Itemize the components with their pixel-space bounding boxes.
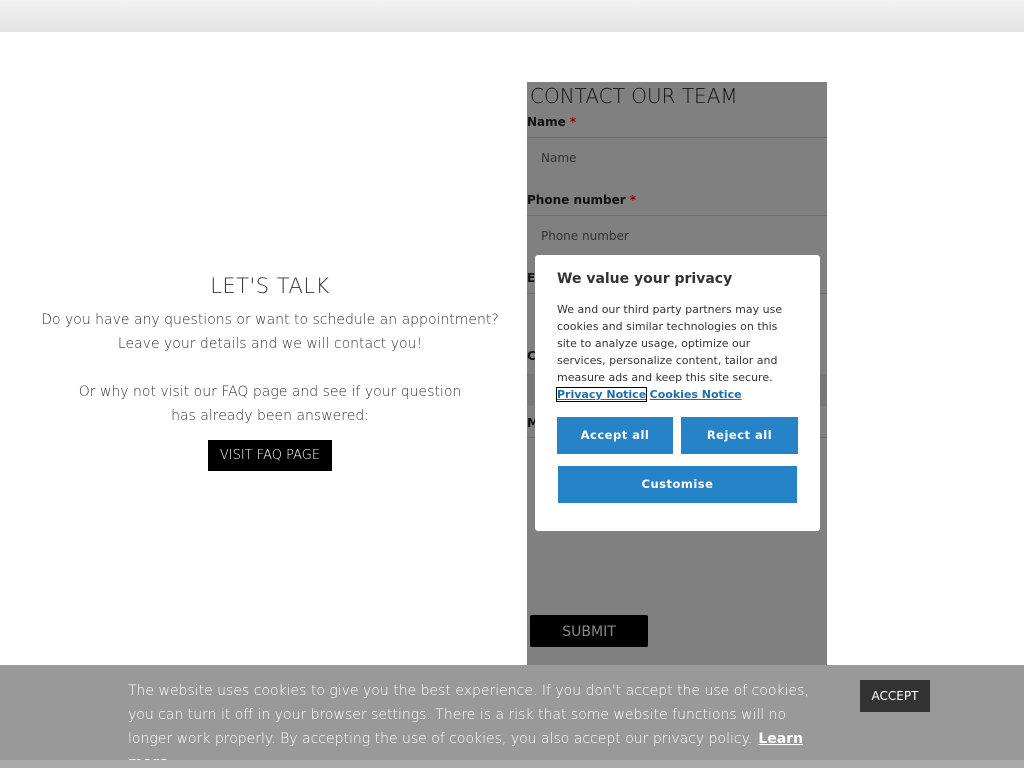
section-title: LET'S TALK (210, 274, 330, 298)
intro-text: Do you have any questions or want to sch… (41, 312, 499, 424)
lets-talk-section: LET'S TALK Do you have any questions or … (40, 274, 500, 471)
cookie-banner: The website uses cookies to give you the… (0, 665, 1024, 771)
email-label: E (527, 271, 536, 285)
cookie-accept-button[interactable]: ACCEPT (860, 680, 930, 712)
page-footer-strip (0, 760, 1024, 768)
name-label: Name * (527, 115, 577, 129)
accept-all-button[interactable]: Accept all (557, 417, 673, 454)
form-title: CONTACT OUR TEAM (530, 84, 738, 108)
customise-button[interactable]: Customise (558, 466, 797, 503)
submit-button[interactable]: SUBMIT (530, 615, 648, 647)
privacy-body: We and our third party partners may use … (555, 303, 783, 402)
cookies-notice-link[interactable]: Cookies Notice (650, 388, 742, 401)
privacy-title: We value your privacy (557, 271, 733, 287)
reject-all-button[interactable]: Reject all (681, 417, 798, 454)
phone-label: Phone number * (527, 193, 636, 207)
name-input[interactable]: Name (527, 137, 827, 193)
privacy-notice-link[interactable]: Privacy Notice (555, 387, 648, 402)
top-header (0, 0, 1024, 32)
visit-faq-button[interactable]: VISIT FAQ PAGE (207, 440, 333, 471)
privacy-dialog: We value your privacy We and our third p… (535, 255, 820, 531)
